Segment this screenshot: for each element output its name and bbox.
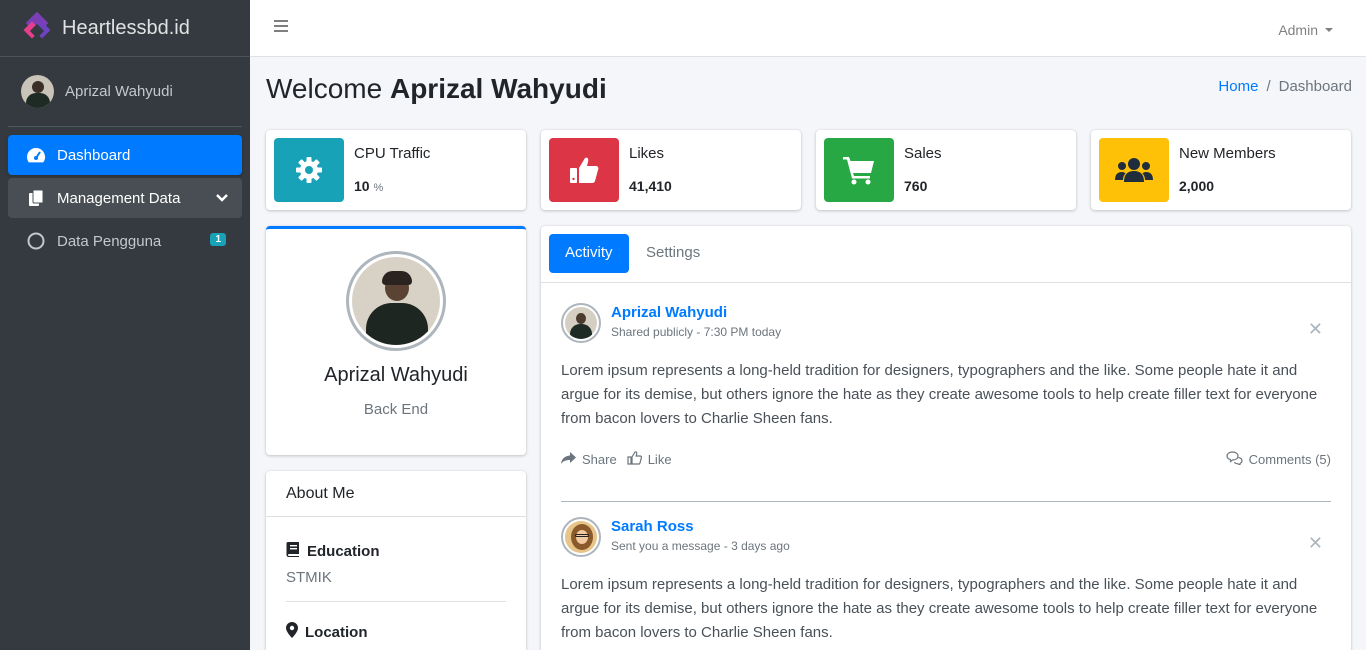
share-icon <box>561 451 576 468</box>
copy-icon <box>26 188 46 208</box>
post-text: Lorem ipsum represents a long-held tradi… <box>561 576 1318 641</box>
tachometer-icon <box>26 145 46 165</box>
close-icon[interactable]: ✕ <box>1308 533 1323 554</box>
location-heading: Location <box>286 622 506 642</box>
education-title: Education <box>307 542 380 560</box>
sidebar-nav: Dashboard Management Data Data Pengguna … <box>0 127 250 261</box>
info-box-cpu-traffic: CPU Traffic 10 % <box>266 130 526 210</box>
close-icon[interactable]: ✕ <box>1308 319 1323 340</box>
like-label: Like <box>647 452 672 467</box>
activity-card: Activity Settings Aprizal Wahyudi Shared… <box>541 226 1351 650</box>
book-icon <box>286 541 300 561</box>
like-button[interactable]: Like <box>627 451 672 468</box>
shopping-cart-icon <box>824 138 894 202</box>
sidebar-item-dashboard[interactable]: Dashboard <box>8 135 242 175</box>
info-box-sales: Sales 760 <box>816 130 1076 210</box>
brand-logo-icon <box>21 11 53 44</box>
info-box-label: Sales <box>904 145 942 162</box>
post-username-link[interactable]: Aprizal Wahyudi <box>611 304 727 321</box>
post-avatar <box>561 303 601 343</box>
sidebar-item-label: Data Pengguna <box>57 232 162 250</box>
about-location: Location <box>286 622 506 642</box>
comments-icon <box>1226 451 1243 468</box>
profile-avatar <box>346 251 446 351</box>
sidebar-item-management-data[interactable]: Management Data <box>8 178 242 218</box>
map-marker-icon <box>286 622 298 642</box>
count-badge: 1 <box>210 233 226 246</box>
profile-name: Aprizal Wahyudi <box>324 364 468 386</box>
info-box-label: New Members <box>1179 145 1276 162</box>
thumbs-up-icon <box>549 138 619 202</box>
info-box-value: 760 <box>904 178 928 194</box>
comments-link[interactable]: Comments (5) <box>1226 451 1331 468</box>
profile-card: Aprizal Wahyudi Back End <box>266 226 526 455</box>
user-menu-label: Admin <box>1278 22 1318 38</box>
gear-icon <box>274 138 344 202</box>
comments-label: Comments (5) <box>1248 452 1331 467</box>
circle-icon <box>26 231 46 251</box>
education-value: STMIK <box>286 569 332 586</box>
page-title: Welcome Aprizal Wahyudi <box>266 73 607 105</box>
breadcrumb-current: Dashboard <box>1278 78 1352 95</box>
tab-activity[interactable]: Activity <box>549 234 629 273</box>
avatar <box>21 75 54 108</box>
breadcrumb-home-link[interactable]: Home <box>1218 78 1258 95</box>
info-box-number: 10 <box>354 178 370 194</box>
caret-down-icon <box>1325 28 1333 32</box>
info-box-likes: Likes 41,410 <box>541 130 801 210</box>
welcome-prefix: Welcome <box>266 73 383 104</box>
breadcrumb: Home / Dashboard <box>1218 78 1352 95</box>
sidebar-item-label: Dashboard <box>57 146 131 164</box>
welcome-name: Aprizal Wahyudi <box>389 73 607 104</box>
main-sidebar: Heartlessbd.id Aprizal Wahyudi Dashboard… <box>0 0 250 650</box>
info-box-value: 10 % <box>354 178 383 194</box>
brand-name: Heartlessbd.id <box>62 16 190 39</box>
info-box-label: Likes <box>629 145 665 162</box>
post-divider <box>561 501 1331 502</box>
breadcrumb-separator: / <box>1266 78 1271 95</box>
tab-bar: Activity Settings <box>541 226 1351 283</box>
post-meta: Shared publicly - 7:30 PM today <box>611 325 782 339</box>
share-label: Share <box>582 452 617 467</box>
users-icon <box>1099 138 1169 202</box>
brand-link[interactable]: Heartlessbd.id <box>0 0 250 57</box>
post-text: Lorem ipsum represents a long-held tradi… <box>561 362 1318 427</box>
post-meta: Sent you a message - 3 days ago <box>611 539 790 553</box>
tab-settings[interactable]: Settings <box>630 234 716 273</box>
education-heading: Education <box>286 541 506 561</box>
profile-role: Back End <box>363 401 429 418</box>
chevron-down-icon <box>216 190 228 207</box>
sidebar-user-name: Aprizal Wahyudi <box>65 83 173 100</box>
user-menu-dropdown[interactable]: Admin <box>1278 22 1333 38</box>
about-me-title: About Me <box>266 471 526 517</box>
post-actions: Share Like Comments (5) <box>561 451 1331 468</box>
top-navbar: Admin <box>250 0 1366 57</box>
info-box-value: 2,000 <box>1179 178 1215 194</box>
post-username-link[interactable]: Sarah Ross <box>611 518 694 535</box>
sidebar-item-data-pengguna[interactable]: Data Pengguna 1 <box>8 221 242 261</box>
info-box-label: CPU Traffic <box>354 145 431 162</box>
info-box-new-members: New Members 2,000 <box>1091 130 1351 210</box>
activity-post: Aprizal Wahyudi Shared publicly - 7:30 P… <box>561 303 1331 483</box>
location-title: Location <box>305 623 368 641</box>
info-box-value: 41,410 <box>629 178 672 194</box>
about-education: Education STMIK <box>286 541 506 586</box>
activity-post: Sarah Ross Sent you a message - 3 days a… <box>561 517 1331 650</box>
post-avatar <box>561 517 601 557</box>
user-panel[interactable]: Aprizal Wahyudi <box>8 57 242 127</box>
menu-toggle-icon[interactable] <box>274 20 288 32</box>
divider <box>286 601 506 602</box>
info-box-unit: % <box>373 182 384 194</box>
sidebar-item-label: Management Data <box>57 189 181 207</box>
thumbs-up-outline-icon <box>627 451 642 468</box>
about-me-card: About Me Education STMIK Location <box>266 471 526 650</box>
share-button[interactable]: Share <box>561 451 617 468</box>
